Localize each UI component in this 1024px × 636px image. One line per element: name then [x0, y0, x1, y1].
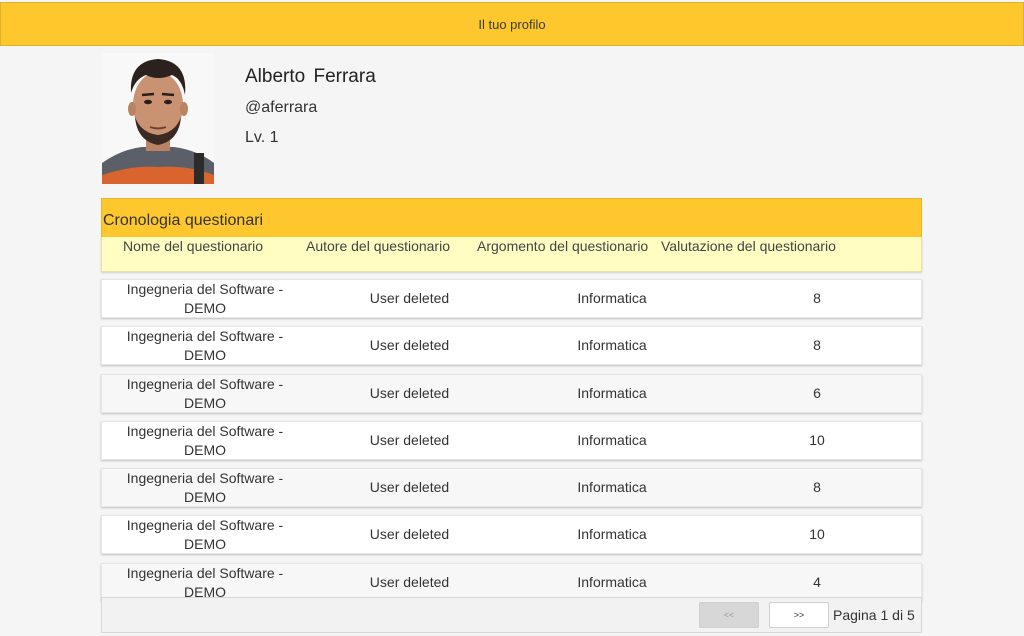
cell-name: Ingegneria del Software - DEMO — [126, 375, 284, 411]
column-header-topic: Argomento del questionario — [477, 238, 649, 254]
profile-handle: @aferrara — [245, 99, 318, 116]
cell-topic: Informatica — [577, 337, 647, 354]
profile-level: Lv. 1 — [245, 129, 279, 146]
page-title: Il tuo profilo — [478, 16, 546, 32]
cell-topic: Informatica — [577, 526, 647, 543]
next-page-button[interactable]: >> — [769, 602, 829, 628]
table-row[interactable]: Ingegneria del Software - DEMO User dele… — [101, 468, 922, 508]
cell-author: User deleted — [369, 384, 450, 401]
table-row[interactable]: Ingegneria del Software - DEMO User dele… — [101, 373, 922, 413]
history-title: Cronologia questionari — [103, 212, 264, 229]
cell-rating: 8 — [813, 337, 821, 354]
cell-name: Ingegneria del Software - DEMO — [126, 422, 284, 458]
pagination-bar: << >> Pagina 1 di 5 — [101, 597, 922, 633]
cell-name: Ingegneria del Software - DEMO — [126, 328, 284, 364]
cell-rating: 6 — [813, 384, 821, 401]
table-row[interactable]: Ingegneria del Software - DEMO User dele… — [101, 562, 922, 602]
cell-topic: Informatica — [577, 573, 647, 590]
table-row[interactable]: Ingegneria del Software - DEMO User dele… — [101, 515, 922, 555]
cell-rating: 8 — [813, 479, 821, 496]
cell-author: User deleted — [369, 526, 450, 543]
cell-topic: Informatica — [577, 384, 647, 401]
cell-topic: Informatica — [577, 290, 647, 306]
cell-rating: 10 — [809, 526, 825, 543]
table-row[interactable]: Ingegneria del Software - DEMO User dele… — [101, 279, 922, 318]
column-header-name: Nome del questionario — [123, 238, 264, 254]
cell-name: Ingegneria del Software - DEMO — [126, 517, 284, 553]
cell-author: User deleted — [369, 573, 450, 590]
table-row[interactable]: Ingegneria del Software - DEMO User dele… — [101, 326, 922, 366]
column-header-rating: Valutazione del questionario — [661, 238, 836, 254]
history-table-body: Ingegneria del Software - DEMO User dele… — [101, 279, 922, 610]
table-row[interactable]: Ingegneria del Software - DEMO User dele… — [101, 420, 922, 460]
cell-name: Ingegneria del Software - DEMO — [126, 281, 284, 316]
cell-topic: Informatica — [577, 431, 647, 448]
cell-author: User deleted — [369, 431, 450, 448]
profile-photo — [102, 53, 214, 184]
cell-rating: 8 — [813, 290, 821, 306]
profile-name: Alberto Ferrara — [245, 66, 376, 87]
cell-rating: 4 — [813, 573, 821, 590]
cell-author: User deleted — [369, 479, 450, 496]
cell-author: User deleted — [369, 290, 450, 306]
history-panel-header: Cronologia questionari — [101, 198, 922, 238]
cell-name: Ingegneria del Software - DEMO — [126, 470, 284, 506]
top-app-bar: Il tuo profilo — [0, 2, 1024, 46]
cell-author: User deleted — [369, 337, 450, 354]
avatar — [102, 53, 214, 184]
page-indicator: Pagina 1 di 5 — [833, 607, 915, 623]
table-header: Nome del questionario Autore del questio… — [101, 237, 922, 272]
cell-rating: 10 — [809, 431, 825, 448]
previous-page-button[interactable]: << — [699, 602, 759, 628]
column-header-author: Autore del questionario — [306, 238, 450, 254]
cell-topic: Informatica — [577, 479, 647, 496]
